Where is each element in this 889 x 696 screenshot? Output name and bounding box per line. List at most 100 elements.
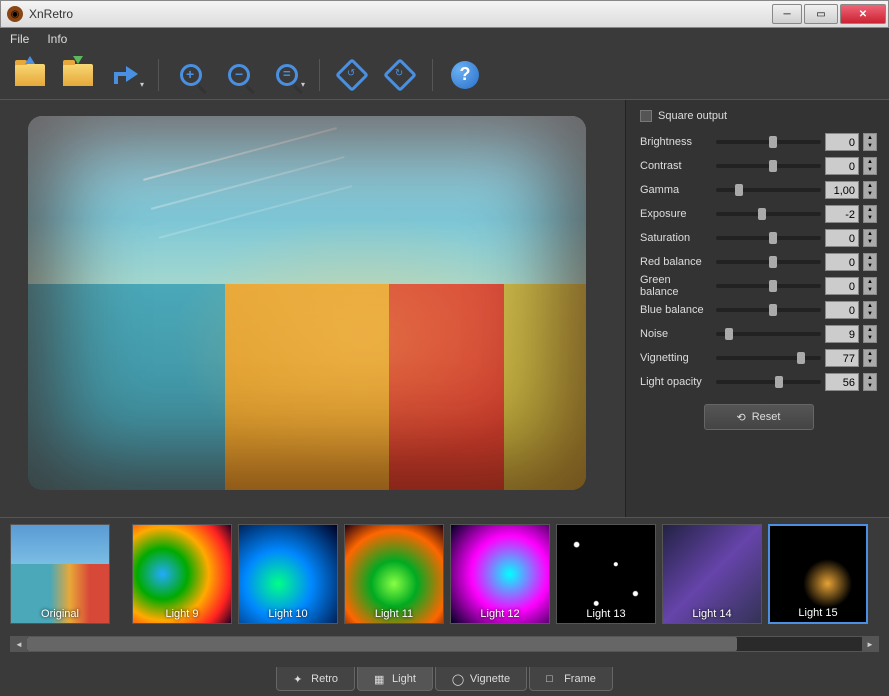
square-output-label: Square output xyxy=(658,110,727,122)
close-button[interactable]: ✕ xyxy=(840,4,886,24)
preview-image xyxy=(28,116,586,490)
slider-spinner[interactable]: ▲▼ xyxy=(863,157,877,175)
save-button[interactable] xyxy=(58,55,98,95)
zoom-in-button[interactable] xyxy=(171,55,211,95)
slider-value[interactable]: 0 xyxy=(825,133,859,151)
slider-value[interactable]: 0 xyxy=(825,253,859,271)
slider-row: Blue balance0▲▼ xyxy=(640,298,877,322)
slider-label: Vignetting xyxy=(640,352,712,364)
slider-value[interactable]: 0 xyxy=(825,301,859,319)
slider-label: Red balance xyxy=(640,256,712,268)
slider-thumb[interactable] xyxy=(758,208,766,220)
slider-spinner[interactable]: ▲▼ xyxy=(863,373,877,391)
thumbnail-original[interactable]: Original xyxy=(10,524,110,624)
slider-row: Gamma 1,00▲▼ xyxy=(640,178,877,202)
maximize-button[interactable]: ▭ xyxy=(804,4,838,24)
reset-button[interactable]: ⟲ Reset xyxy=(704,404,814,430)
thumbnail-label: Light 10 xyxy=(239,608,337,620)
slider-track[interactable] xyxy=(716,380,821,384)
wand-icon: ✦ xyxy=(293,673,305,685)
slider-row: Red balance 0▲▼ xyxy=(640,250,877,274)
slider-spinner[interactable]: ▲▼ xyxy=(863,133,877,151)
thumbnail-effect[interactable]: Light 10 xyxy=(238,524,338,624)
slider-track[interactable] xyxy=(716,236,821,240)
slider-thumb[interactable] xyxy=(725,328,733,340)
slider-thumb[interactable] xyxy=(769,136,777,148)
window-title: XnRetro xyxy=(29,7,772,21)
strip-scrollbar[interactable]: ◄ ► xyxy=(10,636,879,652)
slider-track[interactable] xyxy=(716,284,821,288)
rotate-cw-button[interactable] xyxy=(380,55,420,95)
slider-spinner[interactable]: ▲▼ xyxy=(863,181,877,199)
zoom-fit-button[interactable] xyxy=(267,55,307,95)
slider-thumb[interactable] xyxy=(735,184,743,196)
rotate-ccw-button[interactable] xyxy=(332,55,372,95)
slider-thumb[interactable] xyxy=(769,232,777,244)
slider-value[interactable]: 77 xyxy=(825,349,859,367)
slider-thumb[interactable] xyxy=(769,160,777,172)
reset-icon: ⟲ xyxy=(737,411,746,424)
thumbnail-label: Light 15 xyxy=(770,607,866,619)
slider-track[interactable] xyxy=(716,140,821,144)
scrollbar-thumb[interactable] xyxy=(27,637,737,651)
slider-thumb[interactable] xyxy=(769,304,777,316)
square-output-checkbox[interactable] xyxy=(640,110,652,122)
slider-spinner[interactable]: ▲▼ xyxy=(863,229,877,247)
slider-row: Contrast 0▲▼ xyxy=(640,154,877,178)
slider-value[interactable]: 1,00 xyxy=(825,181,859,199)
open-button[interactable] xyxy=(10,55,50,95)
slider-spinner[interactable]: ▲▼ xyxy=(863,205,877,223)
tab-light[interactable]: ▦Light xyxy=(357,667,433,691)
slider-track[interactable] xyxy=(716,164,821,168)
slider-spinner[interactable]: ▲▼ xyxy=(863,277,877,295)
slider-value[interactable]: 0 xyxy=(825,277,859,295)
slider-label: Gamma xyxy=(640,184,712,196)
slider-row: Noise 9▲▼ xyxy=(640,322,877,346)
slider-value[interactable]: 0 xyxy=(825,157,859,175)
thumbnail-effect[interactable]: Light 12 xyxy=(450,524,550,624)
tab-retro[interactable]: ✦Retro xyxy=(276,667,355,691)
slider-track[interactable] xyxy=(716,260,821,264)
slider-value[interactable]: -2 xyxy=(825,205,859,223)
slider-thumb[interactable] xyxy=(769,256,777,268)
thumbnail-effect[interactable]: Light 11 xyxy=(344,524,444,624)
help-button[interactable]: ? xyxy=(445,55,485,95)
slider-spinner[interactable]: ▲▼ xyxy=(863,301,877,319)
slider-track[interactable] xyxy=(716,212,821,216)
thumbnail-effect[interactable]: Light 9 xyxy=(132,524,232,624)
slider-track[interactable] xyxy=(716,332,821,336)
preview-area xyxy=(0,100,625,517)
menu-info[interactable]: Info xyxy=(47,32,67,46)
thumbnail-effect[interactable]: Light 15 xyxy=(768,524,868,624)
slider-thumb[interactable] xyxy=(775,376,783,388)
slider-value[interactable]: 9 xyxy=(825,325,859,343)
slider-spinner[interactable]: ▲▼ xyxy=(863,253,877,271)
slider-spinner[interactable]: ▲▼ xyxy=(863,349,877,367)
slider-label: Contrast xyxy=(640,160,712,172)
menu-file[interactable]: File xyxy=(10,32,29,46)
slider-track[interactable] xyxy=(716,308,821,312)
tab-vignette[interactable]: ◯Vignette xyxy=(435,667,527,691)
thumbnail-effect[interactable]: Light 13 xyxy=(556,524,656,624)
scroll-right-button[interactable]: ► xyxy=(862,637,878,651)
thumbnail-effect[interactable]: Light 14 xyxy=(662,524,762,624)
slider-label: Light opacity xyxy=(640,376,712,388)
slider-spinner[interactable]: ▲▼ xyxy=(863,325,877,343)
slider-track[interactable] xyxy=(716,356,821,360)
slider-thumb[interactable] xyxy=(797,352,805,364)
zoom-out-button[interactable] xyxy=(219,55,259,95)
tab-frame[interactable]: □Frame xyxy=(529,667,613,691)
share-button[interactable] xyxy=(106,55,146,95)
effects-strip: Original Light 9 Light 10 Light 11Light 12… xyxy=(0,517,889,667)
slider-thumb[interactable] xyxy=(769,280,777,292)
slider-value[interactable]: 0 xyxy=(825,229,859,247)
thumbnail-label: Light 14 xyxy=(663,608,761,620)
slider-label: Noise xyxy=(640,328,712,340)
scroll-left-button[interactable]: ◄ xyxy=(11,637,27,651)
slider-value[interactable]: 56 xyxy=(825,373,859,391)
menubar: File Info xyxy=(0,28,889,50)
slider-row: Vignetting 77▲▼ xyxy=(640,346,877,370)
minimize-button[interactable]: ─ xyxy=(772,4,802,24)
titlebar: ◉ XnRetro ─ ▭ ✕ xyxy=(0,0,889,28)
slider-track[interactable] xyxy=(716,188,821,192)
